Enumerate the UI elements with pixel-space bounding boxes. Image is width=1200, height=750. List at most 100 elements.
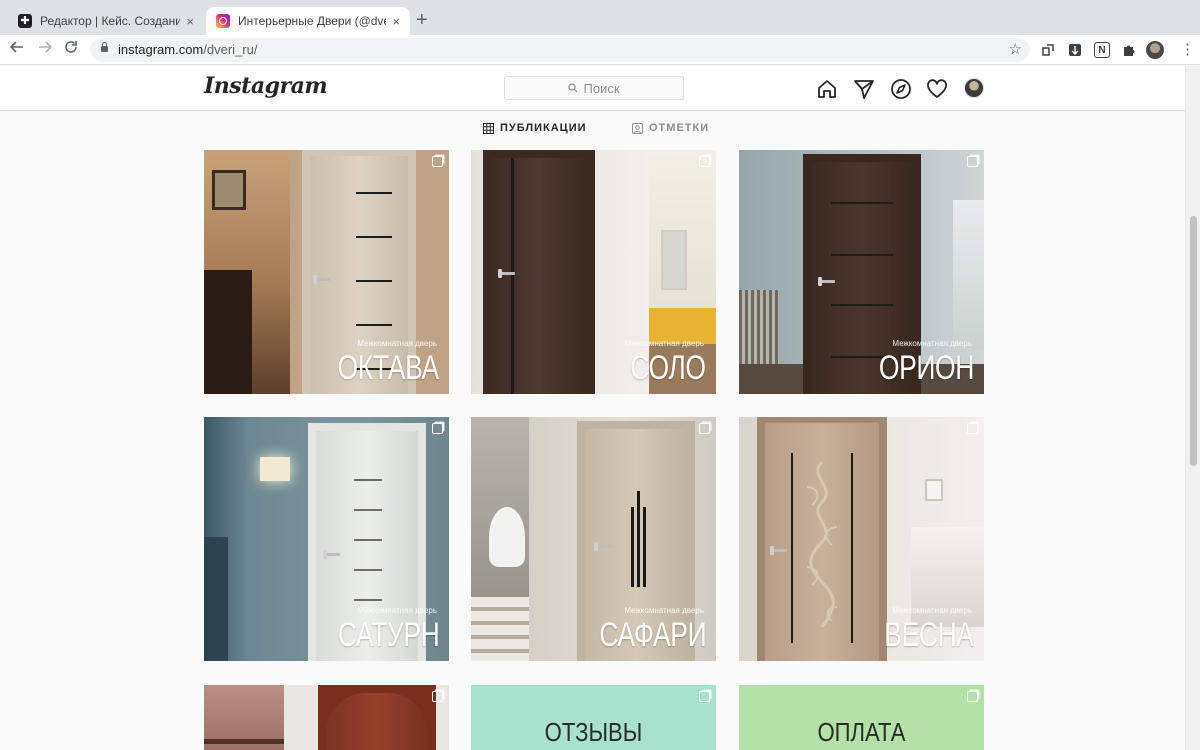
- post-vesna[interactable]: Межкомнатная дверь ВЕСНА: [739, 417, 984, 661]
- new-tab-button[interactable]: +: [416, 10, 428, 30]
- tab-publications-label: ПУБЛИКАЦИИ: [500, 122, 587, 134]
- instagram-favicon-icon: [216, 14, 230, 28]
- post-title: ОПЛАТА: [817, 717, 906, 747]
- reload-icon[interactable]: [60, 39, 82, 61]
- glass-slot: [354, 479, 382, 481]
- carousel-icon: [432, 423, 443, 434]
- door-handle: [818, 277, 835, 286]
- notion-extension-icon[interactable]: N: [1094, 42, 1110, 58]
- carousel-icon: [967, 423, 978, 434]
- page-scrollbar[interactable]: [1185, 66, 1200, 750]
- forward-arrow-icon[interactable]: [34, 39, 56, 61]
- home-icon[interactable]: [816, 78, 838, 100]
- browser-tab-bar: ✚ Редактор | Кейс. Создание и × Интерьер…: [0, 0, 1200, 35]
- fireplace: [204, 270, 252, 394]
- door-handle: [323, 550, 340, 559]
- chair: [739, 290, 779, 370]
- door-solo: [491, 158, 587, 394]
- profile-avatar-icon[interactable]: [964, 78, 984, 98]
- post-octava[interactable]: Межкомнатная дверь ОКТАВА: [204, 150, 449, 394]
- grid-icon: [483, 122, 494, 134]
- extension-screenshot-icon[interactable]: [1040, 42, 1056, 58]
- glass-slot: [631, 507, 634, 587]
- wall-lamp: [260, 457, 290, 481]
- bookmark-star-icon[interactable]: ☆: [1009, 40, 1022, 58]
- glass-slot: [831, 254, 893, 256]
- search-icon: [568, 83, 578, 93]
- browser-tab-title: Интерьерные Двери (@dveri_: [238, 14, 386, 28]
- glass-slot: [354, 599, 382, 601]
- editor-favicon-icon: ✚: [18, 14, 32, 28]
- stairs: [471, 597, 531, 661]
- browser-tab-instagram[interactable]: Интерьерные Двери (@dveri_ ×: [206, 7, 410, 35]
- profile-avatar[interactable]: [1146, 41, 1164, 59]
- lock-icon[interactable]: [101, 42, 108, 52]
- chair: [489, 507, 525, 567]
- glass-slot: [831, 304, 893, 306]
- glass-slot: [356, 280, 392, 282]
- carousel-icon: [432, 691, 443, 702]
- glass-slot: [791, 453, 793, 643]
- glass-slot: [356, 324, 392, 326]
- post-saturn[interactable]: Межкомнатная дверь САТУРН: [204, 417, 449, 661]
- glass-slot: [356, 236, 392, 238]
- extension-anchor-icon[interactable]: [1067, 42, 1083, 58]
- door-handle: [770, 546, 787, 555]
- post-title: ОКТАВА: [337, 349, 440, 387]
- browser-tab-title: Редактор | Кейс. Создание и: [40, 14, 181, 28]
- url-text[interactable]: instagram.com/dveri_ru/: [118, 42, 257, 57]
- direct-message-icon[interactable]: [853, 78, 875, 100]
- carousel-icon: [699, 423, 710, 434]
- glass-slot: [354, 509, 382, 511]
- wall-picture: [212, 170, 246, 210]
- instagram-logo[interactable]: Instagram: [204, 73, 328, 99]
- floral-pattern: [806, 460, 838, 628]
- explore-compass-icon[interactable]: [890, 78, 912, 100]
- post-title: ОРИОН: [878, 349, 975, 387]
- glass-slot: [851, 453, 853, 643]
- post-payment[interactable]: ОПЛАТА: [739, 685, 984, 750]
- shelf: [204, 739, 284, 744]
- wall-picture: [661, 230, 687, 290]
- carousel-icon: [967, 691, 978, 702]
- post-door-red[interactable]: [204, 685, 449, 750]
- browser-tab-editor[interactable]: ✚ Редактор | Кейс. Создание и ×: [8, 7, 204, 35]
- post-orion[interactable]: Межкомнатная дверь ОРИОН: [739, 150, 984, 394]
- door-handle: [594, 542, 611, 551]
- glass-slot: [643, 507, 646, 587]
- instagram-header: Instagram Поиск: [0, 66, 1185, 111]
- browser-menu-icon[interactable]: ⋮: [1180, 40, 1195, 60]
- extensions-puzzle-icon[interactable]: [1121, 42, 1137, 58]
- address-bar[interactable]: instagram.com/dveri_ru/ ☆: [90, 38, 1030, 62]
- door-handle: [313, 275, 330, 284]
- heart-icon[interactable]: [926, 78, 948, 100]
- door-red: [326, 693, 428, 750]
- post-safari[interactable]: Межкомнатная дверь САФАРИ: [471, 417, 716, 661]
- post-solo[interactable]: Межкомнатная дверь СОЛО: [471, 150, 716, 394]
- search-input[interactable]: Поиск: [504, 76, 684, 100]
- post-subtitle: Межкомнатная дверь: [357, 606, 437, 615]
- close-tab-icon[interactable]: ×: [392, 14, 400, 29]
- carousel-icon: [699, 156, 710, 167]
- glass-slot: [356, 192, 392, 194]
- carousel-icon: [699, 691, 710, 702]
- tab-publications[interactable]: ПУБЛИКАЦИИ: [483, 122, 587, 134]
- browser-toolbar: instagram.com/dveri_ru/ ☆ N ⋮: [0, 35, 1200, 65]
- post-title: ВЕСНА: [884, 616, 975, 654]
- post-subtitle: Межкомнатная дверь: [624, 339, 704, 348]
- wall-picture: [925, 479, 943, 501]
- tab-tagged-label: ОТМЕТКИ: [649, 122, 710, 134]
- tab-tagged[interactable]: ОТМЕТКИ: [632, 122, 709, 134]
- post-reviews[interactable]: ОТЗЫВЫ: [471, 685, 716, 750]
- back-arrow-icon[interactable]: [6, 39, 28, 61]
- post-title: ОТЗЫВЫ: [544, 717, 643, 747]
- glass-slot: [354, 539, 382, 541]
- glass-slot: [354, 569, 382, 571]
- tagged-icon: [632, 122, 643, 134]
- post-subtitle: Межкомнатная дверь: [624, 606, 704, 615]
- search-placeholder: Поиск: [583, 80, 620, 96]
- post-subtitle: Межкомнатная дверь: [357, 339, 437, 348]
- scrollbar-thumb[interactable]: [1190, 216, 1197, 466]
- close-tab-icon[interactable]: ×: [186, 14, 194, 29]
- glass-slot: [511, 158, 514, 394]
